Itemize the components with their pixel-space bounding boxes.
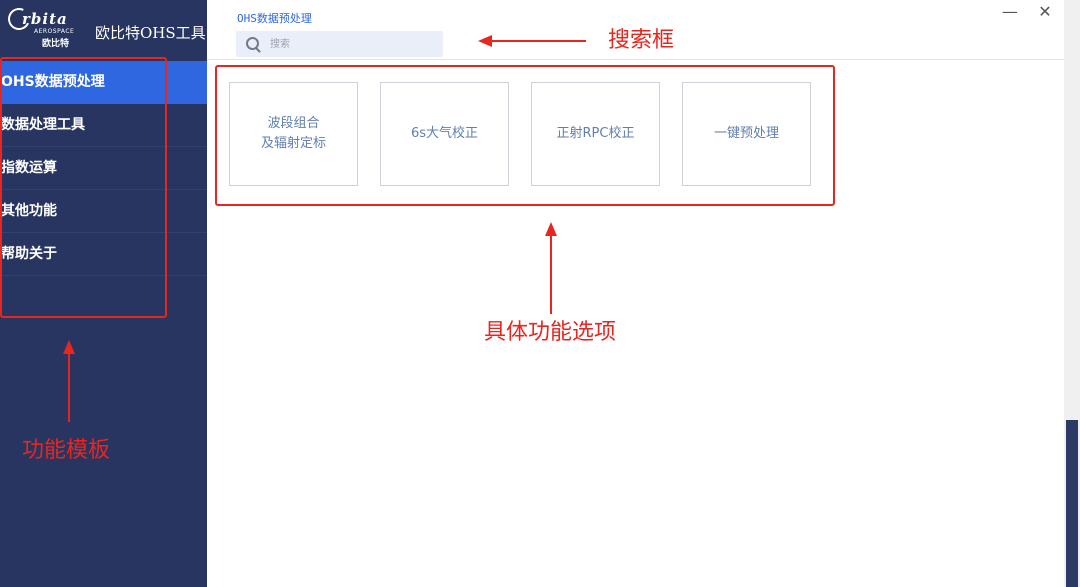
annotation-box-sidebar	[0, 57, 167, 318]
window-controls: — ✕	[995, 2, 1060, 21]
annotation-arrowhead-cards	[545, 222, 557, 236]
minimize-button[interactable]: —	[995, 3, 1025, 21]
search-icon	[246, 37, 259, 50]
annotation-arrowhead-search	[478, 35, 492, 47]
company-logo: rbita AEROSPACE 欧比特	[4, 4, 78, 50]
annotation-label-function-template: 功能模板	[22, 438, 111, 463]
annotation-arrow-sidebar	[68, 352, 70, 422]
annotation-arrow-cards	[550, 234, 552, 314]
page-title: OHS数据预处理	[237, 12, 312, 25]
logo-subtitle: AEROSPACE	[34, 28, 75, 35]
brand-header: rbita AEROSPACE 欧比特 欧比特OHS工具	[0, 0, 207, 60]
annotation-label-function-options: 具体功能选项	[484, 320, 617, 345]
logo-chinese-name: 欧比特	[42, 39, 70, 49]
logo-word: rbita	[22, 10, 68, 28]
header-divider	[207, 59, 1067, 60]
annotation-label-search: 搜索框	[608, 28, 675, 53]
annotation-box-cards	[215, 65, 835, 206]
scrollbar-thumb[interactable]	[1066, 420, 1078, 587]
annotation-arrowhead-sidebar	[63, 340, 75, 354]
annotation-arrow-search	[486, 40, 586, 42]
search-input[interactable]	[270, 34, 435, 54]
app-title: 欧比特OHS工具	[95, 24, 206, 42]
vertical-scrollbar[interactable]	[1064, 0, 1080, 587]
search-box[interactable]	[236, 31, 443, 57]
close-button[interactable]: ✕	[1030, 3, 1060, 21]
